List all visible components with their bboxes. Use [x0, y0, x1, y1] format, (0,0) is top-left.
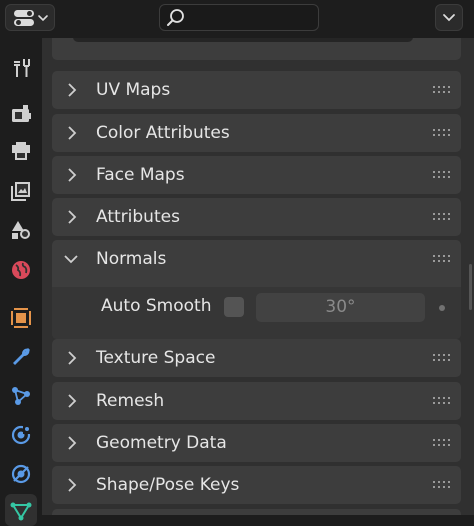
panel-label: Attributes — [96, 207, 180, 227]
view-layer-icon — [11, 182, 30, 201]
chevron-right-icon — [68, 168, 77, 182]
panel-partial-top — [52, 38, 461, 60]
properties-content: UV Maps Color Attributes Face Maps Attri… — [42, 38, 474, 515]
tab-modifier[interactable] — [5, 341, 37, 373]
panel-normals: Normals Auto Smooth 30° — [52, 240, 461, 339]
grip-icon[interactable] — [433, 397, 451, 406]
chevron-right-icon — [68, 126, 77, 140]
render-icon — [12, 105, 31, 122]
search-icon — [167, 9, 184, 26]
chevron-right-icon — [68, 210, 77, 224]
panel-face-maps[interactable]: Face Maps — [52, 156, 461, 194]
tab-object[interactable] — [5, 302, 37, 334]
panel-label: Geometry Data — [96, 433, 227, 453]
panel-label: Face Maps — [96, 165, 185, 185]
keyframe-dot-icon[interactable] — [439, 305, 445, 311]
world-icon — [12, 261, 30, 279]
panel-shape-pose-keys[interactable]: Shape/Pose Keys — [52, 466, 461, 504]
editor-type-button[interactable] — [5, 4, 55, 31]
grip-icon[interactable] — [433, 439, 451, 448]
panel-sublist — [73, 38, 413, 42]
grip-icon[interactable] — [433, 213, 451, 222]
normals-body: Auto Smooth 30° — [52, 287, 461, 339]
chevron-right-icon — [68, 394, 77, 408]
chevron-down-icon — [64, 255, 78, 264]
grip-icon[interactable] — [433, 255, 451, 264]
grip-icon[interactable] — [433, 171, 451, 180]
grip-icon[interactable] — [433, 354, 451, 363]
tab-output[interactable] — [5, 136, 37, 168]
tab-world[interactable] — [5, 254, 37, 286]
panel-uv-maps[interactable]: UV Maps — [52, 71, 461, 109]
tab-data[interactable] — [5, 494, 37, 526]
grip-icon[interactable] — [433, 481, 451, 490]
search-input[interactable] — [190, 8, 314, 29]
tab-view-layer[interactable] — [5, 175, 37, 207]
auto-smooth-angle-field[interactable]: 30° — [256, 293, 425, 322]
tab-tool[interactable] — [5, 52, 37, 84]
panel-color-attributes[interactable]: Color Attributes — [52, 114, 461, 152]
constraints-icon — [11, 464, 31, 484]
panel-label: Remesh — [96, 391, 165, 411]
panel-label: Shape/Pose Keys — [96, 475, 240, 495]
data-icon — [10, 502, 32, 521]
tab-constraints[interactable] — [5, 458, 37, 490]
output-icon — [12, 142, 30, 160]
tab-particles[interactable] — [5, 380, 37, 412]
panel-remesh[interactable]: Remesh — [52, 382, 461, 420]
grip-icon[interactable] — [433, 86, 451, 95]
particles-icon — [12, 387, 30, 405]
panel-label: Normals — [96, 249, 167, 269]
chevron-down-icon — [443, 14, 455, 22]
editor-menu-button[interactable] — [435, 4, 463, 31]
panel-texture-space[interactable]: Texture Space — [52, 339, 461, 377]
tab-scene[interactable] — [5, 214, 37, 246]
panel-label: Texture Space — [96, 348, 216, 368]
chevron-right-icon — [68, 351, 77, 365]
search-field[interactable] — [159, 4, 319, 31]
auto-smooth-label: Auto Smooth — [101, 296, 212, 316]
auto-smooth-checkbox[interactable] — [224, 297, 244, 317]
tab-physics[interactable] — [5, 419, 37, 451]
scene-icon — [12, 221, 30, 239]
chevron-right-icon — [68, 436, 77, 450]
panel-label: Color Attributes — [96, 123, 230, 143]
grip-icon[interactable] — [433, 129, 451, 138]
properties-tab-bar — [0, 38, 42, 526]
panel-attributes[interactable]: Attributes — [52, 198, 461, 236]
chevron-right-icon — [68, 478, 77, 492]
panel-partial-bottom[interactable] — [52, 509, 461, 515]
header-bar — [0, 0, 474, 38]
modifier-icon — [13, 348, 30, 365]
tab-render[interactable] — [5, 98, 37, 130]
chevron-right-icon — [68, 83, 77, 97]
physics-icon — [11, 425, 32, 445]
properties-editor-icon — [14, 10, 48, 26]
scrollbar-thumb[interactable] — [469, 264, 472, 310]
tool-icon — [14, 59, 30, 77]
object-icon — [10, 307, 32, 329]
panel-label: UV Maps — [96, 80, 171, 100]
panel-normals-header[interactable]: Normals — [52, 240, 461, 278]
panel-geometry-data[interactable]: Geometry Data — [52, 424, 461, 462]
